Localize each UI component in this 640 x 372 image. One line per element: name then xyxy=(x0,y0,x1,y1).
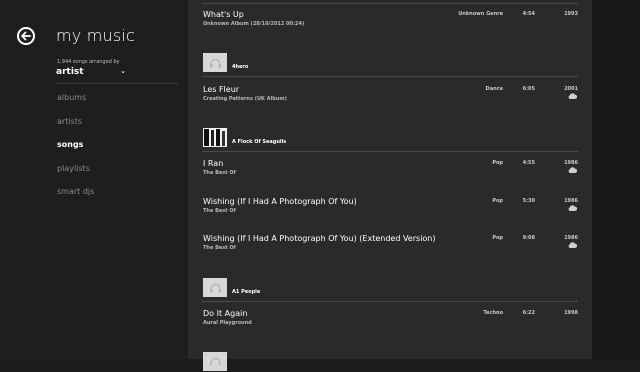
song-genre: Pop xyxy=(492,160,503,166)
nav-item-smart-djs[interactable]: smart djs xyxy=(57,187,94,211)
album-art xyxy=(203,128,227,147)
nav-item-playlists[interactable]: playlists xyxy=(57,164,94,188)
cloud-icon xyxy=(568,242,577,248)
album-art-placeholder xyxy=(203,278,227,297)
left-pane: my music 1,944 songs arranged by artist … xyxy=(0,0,188,359)
song-row[interactable]: Les Fleur Creating Patterns (UK Album) D… xyxy=(202,85,578,113)
headphones-icon xyxy=(209,283,221,292)
nav-item-albums[interactable]: albums xyxy=(57,93,94,117)
cloud-icon xyxy=(568,93,577,99)
nav-item-artists[interactable]: artists xyxy=(57,117,94,141)
side-nav: albums artists songs playlists smart djs xyxy=(57,93,94,211)
song-title: Wishing (If I Had A Photograph Of You) xyxy=(203,197,357,206)
group-header[interactable]: A Flock Of Seagulls xyxy=(202,128,578,148)
song-genre: Pop xyxy=(492,198,503,204)
page-title: my music xyxy=(56,26,136,45)
song-duration: 6:05 xyxy=(522,86,535,92)
song-title: Les Fleur xyxy=(203,85,240,94)
artist-name: 4hero xyxy=(232,64,249,70)
cloud-icon xyxy=(568,205,577,211)
right-margin xyxy=(592,0,640,359)
song-year: 1986 xyxy=(564,198,578,204)
chevron-down-icon: ⌄ xyxy=(120,67,126,75)
sort-dropdown[interactable]: artist ⌄ xyxy=(56,66,126,78)
group-header[interactable]: A1 People xyxy=(202,278,578,298)
song-row[interactable]: Wishing (If I Had A Photograph Of You) T… xyxy=(202,197,578,225)
divider xyxy=(202,3,578,4)
back-button[interactable] xyxy=(17,27,35,45)
song-genre: Techno xyxy=(483,310,503,316)
song-album: The Best Of xyxy=(203,170,236,176)
song-duration: 9:08 xyxy=(522,235,535,241)
artist-name: A1 People xyxy=(232,289,261,295)
song-row[interactable]: What's Up Unknown Album (28/10/2012 00:2… xyxy=(202,10,578,38)
song-year: 1998 xyxy=(564,310,578,316)
headphones-icon xyxy=(209,58,221,67)
song-album: The Best Of xyxy=(203,245,236,251)
song-title: I Ran xyxy=(203,159,224,168)
band-photo-icon xyxy=(203,128,227,147)
song-title: Do It Again xyxy=(203,309,248,318)
song-row[interactable]: Do It Again Aural Playground Techno 6:22… xyxy=(202,309,578,337)
song-row[interactable]: I Ran The Best Of Pop 4:55 1986 xyxy=(202,159,578,187)
divider xyxy=(56,83,178,84)
headphones-icon xyxy=(210,357,220,365)
artist-name: A Flock Of Seagulls xyxy=(232,139,287,145)
song-album: Aural Playground xyxy=(203,320,252,326)
nav-item-songs[interactable]: songs xyxy=(57,140,94,164)
song-genre: Dance xyxy=(485,86,503,92)
song-year: 1993 xyxy=(564,11,578,17)
song-year: 1986 xyxy=(564,235,578,241)
song-duration: 5:30 xyxy=(522,198,535,204)
sort-value: artist xyxy=(56,67,84,77)
album-art-placeholder xyxy=(203,53,227,72)
divider xyxy=(202,76,578,77)
cloud-icon xyxy=(568,167,577,173)
song-year: 1986 xyxy=(564,160,578,166)
song-row[interactable]: Wishing (If I Had A Photograph Of You) (… xyxy=(202,234,578,262)
song-duration: 4:54 xyxy=(522,11,535,17)
song-album: The Best Of xyxy=(203,208,236,214)
song-year: 2001 xyxy=(564,86,578,92)
group-header[interactable] xyxy=(202,352,578,372)
song-genre: Pop xyxy=(492,235,503,241)
divider xyxy=(202,301,578,302)
song-title: What's Up xyxy=(203,10,244,19)
song-count-label: 1,944 songs arranged by xyxy=(57,59,120,65)
song-album: Unknown Album (28/10/2012 00:24) xyxy=(203,21,305,27)
song-duration: 6:22 xyxy=(522,310,535,316)
song-list[interactable]: What's Up Unknown Album (28/10/2012 00:2… xyxy=(188,0,592,371)
back-arrow-icon xyxy=(21,31,31,41)
group-header[interactable]: 4hero xyxy=(202,53,578,73)
divider xyxy=(202,151,578,152)
song-duration: 4:55 xyxy=(522,160,535,166)
song-genre: Unknown Genre xyxy=(458,11,503,17)
album-art-placeholder xyxy=(203,352,227,371)
song-album: Creating Patterns (UK Album) xyxy=(203,96,287,102)
song-title: Wishing (If I Had A Photograph Of You) (… xyxy=(203,234,436,243)
